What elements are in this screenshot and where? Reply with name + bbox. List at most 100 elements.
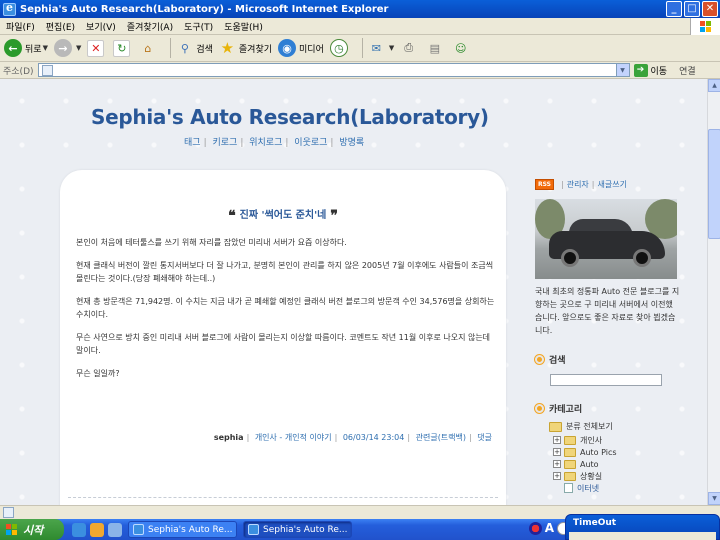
menu-tools[interactable]: 도구(T)	[184, 20, 213, 33]
task-label: Sephia's Auto Re...	[148, 524, 233, 535]
desktop-quicklaunch-icon[interactable]	[108, 522, 122, 537]
post-meta: sephia | 개인사 - 개인적 이야기 | 06/03/14 23:04 | 관…	[214, 432, 492, 443]
nav-locationlog[interactable]: 위치로그	[249, 138, 282, 148]
category-section-header: 카테고리	[535, 402, 680, 415]
search-button[interactable]: ⚲ 검색	[176, 40, 213, 57]
open-quote-icon: ❝	[228, 208, 236, 224]
scroll-up-icon[interactable]: ▲	[708, 79, 720, 92]
mail-button[interactable]: ✉ ▼	[368, 40, 395, 57]
ime-icon[interactable]	[528, 521, 542, 535]
bullet-icon	[535, 404, 544, 413]
admin-link[interactable]: 관리자	[567, 179, 589, 190]
media-label: 미디어	[299, 44, 324, 55]
stop-icon: ✕	[87, 39, 105, 57]
title-bar[interactable]: Sephia's Auto Research(Laboratory) - Mic…	[0, 0, 720, 18]
post-paragraph: 현재 클래식 버전이 깔린 통지서버보다 더 잘 나가고, 분명히 본인이 관리…	[76, 261, 494, 283]
category-root[interactable]: 분류 전체보기	[549, 421, 680, 432]
toolbar-separator	[170, 38, 172, 58]
nav-tag[interactable]: 태그	[184, 138, 201, 148]
address-input[interactable]: ▼	[37, 63, 630, 77]
refresh-button[interactable]: ↻	[113, 39, 133, 57]
timeout-popup-window[interactable]: TimeOut	[565, 514, 720, 540]
scroll-thumb[interactable]	[708, 129, 720, 239]
favorites-button[interactable]: ★ 즐겨찾기	[219, 39, 273, 57]
document-icon	[564, 483, 573, 493]
post-category-link[interactable]: 개인사 - 개인적 이야기	[255, 433, 332, 442]
category-item[interactable]: + Auto	[553, 458, 680, 470]
folder-icon	[549, 421, 562, 432]
close-quote-icon: ❞	[330, 208, 338, 224]
address-dropdown-icon[interactable]: ▼	[615, 64, 629, 76]
menu-view[interactable]: 보기(V)	[86, 20, 116, 33]
maximize-button[interactable]: □	[684, 1, 700, 17]
media-icon: ◉	[278, 39, 297, 57]
rss-icon[interactable]: RSS	[535, 179, 554, 190]
home-button[interactable]: ⌂	[139, 40, 159, 57]
meta-divider: |	[246, 433, 250, 442]
post-title[interactable]: 진짜 '썩어도 준치'네	[240, 210, 327, 221]
back-dropdown-icon[interactable]: ▼	[43, 44, 48, 52]
ie-icon	[248, 524, 259, 535]
nav-guestbook[interactable]: 방명록	[339, 138, 364, 148]
print-icon: ⎙	[404, 41, 414, 54]
address-label: 주소(D)	[3, 66, 34, 77]
popup-title: TimeOut	[573, 518, 617, 528]
print-button[interactable]: ⎙	[400, 40, 420, 57]
post-datetime[interactable]: 06/03/14 23:04	[343, 433, 405, 442]
expand-icon[interactable]: +	[553, 460, 561, 468]
subcategory-item[interactable]: 이터넷	[553, 482, 680, 494]
search-label: 검색	[196, 44, 213, 55]
edit-button[interactable]: ▤	[426, 40, 446, 57]
mail-dropdown-icon[interactable]: ▼	[389, 44, 394, 52]
forward-button[interactable]: → ▼	[53, 39, 81, 57]
menu-file[interactable]: 파일(F)	[6, 20, 35, 33]
category-item[interactable]: + Auto Pics	[553, 446, 680, 458]
toolbar: ← 뒤로 ▼ → ▼ ✕ ↻ ⌂ ⚲ 검색 ★ 즐겨찾기 ◉ 미디어 ◷ ✉ ▼…	[0, 35, 720, 62]
back-label: 뒤로	[25, 44, 42, 55]
expand-icon[interactable]: +	[553, 448, 561, 456]
new-post-link[interactable]: 새글쓰기	[598, 179, 627, 190]
forward-dropdown-icon[interactable]: ▼	[76, 44, 81, 52]
links-label[interactable]: 연결	[679, 64, 696, 77]
expand-icon[interactable]: +	[553, 436, 561, 444]
comments-link[interactable]: 댓글	[477, 433, 492, 442]
stop-button[interactable]: ✕	[87, 39, 107, 57]
go-label: 이동	[650, 66, 668, 77]
start-button[interactable]: 시작	[0, 519, 64, 540]
page-viewport[interactable]: Sephia's Auto Research(Laboratory) 태그 | 키…	[0, 79, 707, 505]
messenger-button[interactable]: ☺	[452, 40, 472, 57]
history-button[interactable]: ◷	[329, 39, 351, 57]
menu-bar: 파일(F) 편집(E) 보기(V) 즐겨찾기(A) 도구(T) 도움말(H)	[0, 18, 720, 35]
close-button[interactable]: ✕	[702, 1, 718, 17]
post-card: ❝ 진짜 '썩어도 준치'네 ❞ 본인이 처음에 테터툴스를 쓰기 위해 자리를 잡…	[60, 170, 506, 505]
menu-favorites[interactable]: 즐겨찾기(A)	[127, 20, 173, 33]
vertical-scrollbar[interactable]: ▲ ▼	[707, 79, 720, 505]
taskbar-window-button-active[interactable]: Sephia's Auto Re...	[243, 521, 352, 538]
nav-keylog[interactable]: 키로그	[212, 138, 237, 148]
ie-quicklaunch-icon[interactable]	[72, 522, 86, 537]
back-button[interactable]: ← 뒤로 ▼	[4, 39, 48, 57]
post-paragraph: 본인이 처음에 테터툴스를 쓰기 위해 자리를 잡았던 미리내 서버가 요즘 이…	[76, 238, 347, 247]
input-mode-indicator[interactable]: A	[545, 521, 554, 535]
category-item[interactable]: + 개인사	[553, 434, 680, 446]
go-button[interactable]: ➔ 이동	[633, 63, 668, 77]
menu-edit[interactable]: 편집(E)	[46, 20, 75, 33]
sidebar-search-input[interactable]	[550, 374, 662, 386]
search-icon: ⚲	[180, 41, 189, 55]
favorites-label: 즐겨찾기	[238, 44, 273, 55]
post-body: 본인이 처음에 테터툴스를 쓰기 위해 자리를 잡았던 미리내 서버가 요즘 이…	[76, 236, 496, 390]
minimize-button[interactable]: _	[666, 1, 682, 17]
media-button[interactable]: ◉ 미디어	[278, 39, 324, 57]
blog-title[interactable]: Sephia's Auto Research(Laboratory)	[91, 105, 489, 129]
subcategory-label: 이터넷	[577, 483, 600, 493]
outlook-quicklaunch-icon[interactable]	[90, 522, 104, 537]
nav-divider: |	[203, 138, 207, 148]
taskbar-window-button[interactable]: Sephia's Auto Re...	[128, 521, 237, 538]
page-status-icon	[3, 507, 14, 518]
expand-icon[interactable]: +	[553, 472, 561, 480]
nav-neighborlog[interactable]: 이웃로그	[294, 138, 327, 148]
menu-help[interactable]: 도움말(H)	[224, 20, 263, 33]
scroll-down-icon[interactable]: ▼	[708, 492, 720, 505]
trackback-link[interactable]: 관련글(트랙백)	[416, 433, 466, 442]
category-item[interactable]: + 상황실	[553, 470, 680, 482]
